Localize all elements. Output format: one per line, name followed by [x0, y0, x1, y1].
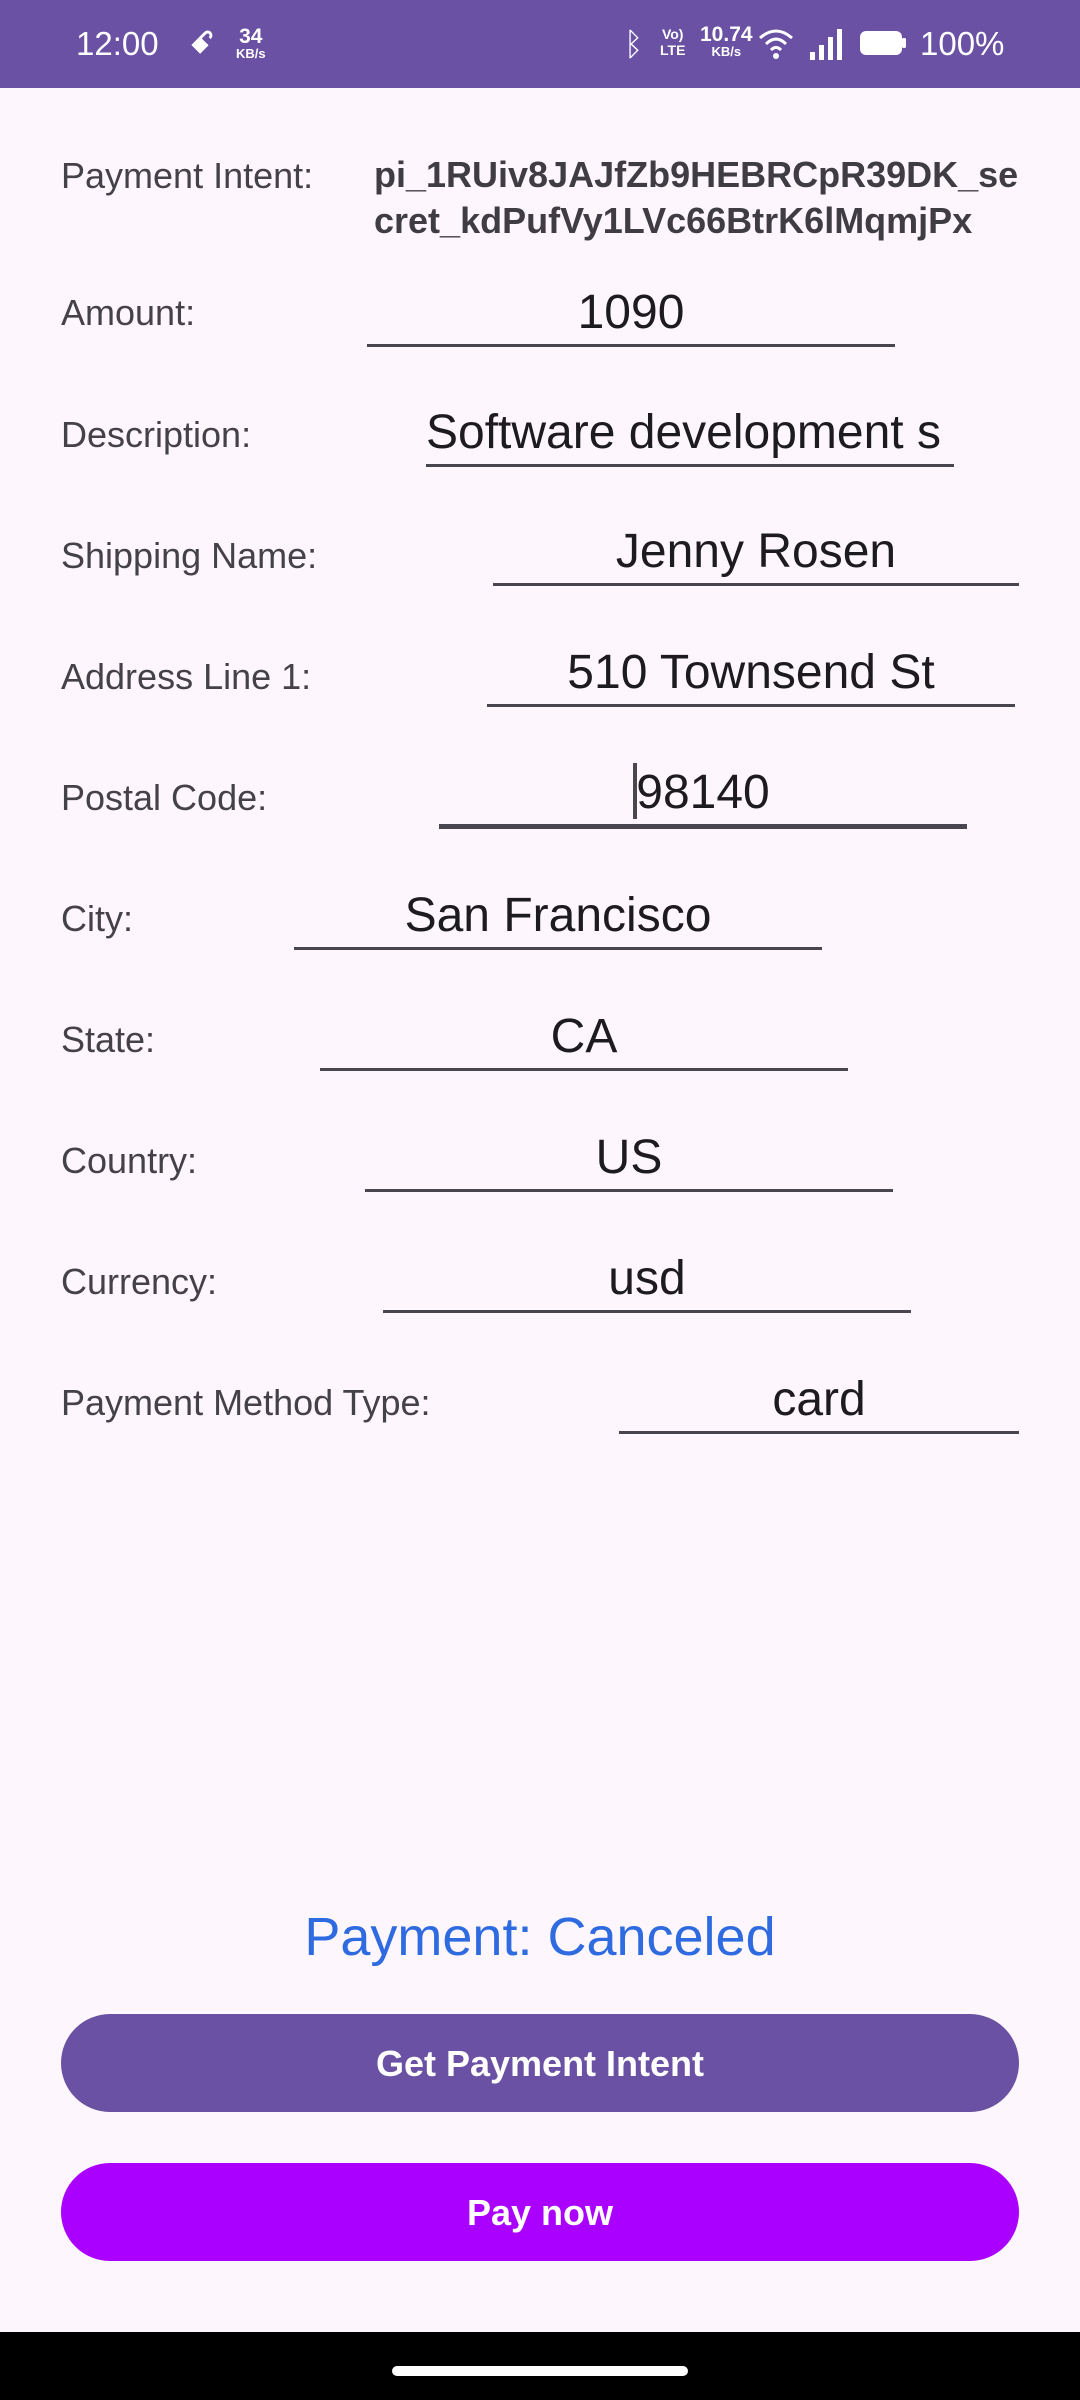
network-speed-right: 10.74 KB/s [700, 24, 753, 58]
payment-method-type-label: Payment Method Type: [61, 1382, 431, 1423]
network-speed-left: 34 KB/s [236, 26, 266, 60]
amount-value: 1090 [577, 286, 685, 339]
payment-method-type-value: card [772, 1373, 866, 1426]
currency-label: Currency: [61, 1261, 218, 1302]
signal-icon [810, 29, 842, 60]
postal-code-field[interactable]: 98140 [439, 764, 967, 829]
status-time: 12:00 [76, 25, 159, 62]
country-field[interactable]: US [365, 1129, 893, 1192]
postal-code-label: Postal Code: [61, 777, 268, 818]
speed-right-value: 10.74 [700, 23, 753, 46]
payment-intent-label: Payment Intent: [61, 155, 314, 196]
address-line1-label: Address Line 1: [61, 656, 312, 697]
payment-status-text: Payment: Canceled [304, 1907, 776, 1967]
state-label: State: [61, 1019, 156, 1060]
speed-right-unit: KB/s [711, 44, 742, 59]
amount-field[interactable]: 1090 [367, 284, 895, 347]
volte-icon: Vo) LTE [660, 26, 685, 58]
notification-icon: ꗃ [190, 27, 214, 60]
address-line1-value: 510 Townsend St [567, 646, 935, 699]
home-gesture-handle[interactable] [392, 2366, 688, 2376]
description-field[interactable]: Software development s [426, 404, 954, 467]
description-value: Software development s [426, 406, 941, 459]
wifi-icon [759, 29, 793, 59]
city-label: City: [61, 898, 133, 939]
shipping-name-value: Jenny Rosen [615, 525, 897, 578]
shipping-name-field[interactable]: Jenny Rosen [493, 523, 1019, 586]
currency-value: usd [608, 1252, 686, 1305]
city-value: San Francisco [404, 889, 712, 942]
description-label: Description: [61, 414, 252, 455]
battery-percentage: 100% [920, 25, 1005, 62]
battery-icon [860, 31, 906, 55]
address-line1-field[interactable]: 510 Townsend St [487, 644, 1015, 707]
speed-left-value: 34 [239, 25, 263, 48]
payment-method-type-field[interactable]: card [619, 1371, 1019, 1434]
payment-intent-value: pi_1RUiv8JAJfZb9HEBRCpR39DK_secret_kdPuf… [374, 154, 1019, 241]
state-field[interactable]: CA [320, 1008, 848, 1071]
state-value: CA [550, 1010, 618, 1063]
payment-screen: 12:00 ꗃ 34 KB/s ᛒ Vo) LTE 10.74 KB/s 100… [0, 0, 1080, 2400]
pay-now-button[interactable]: Pay now [61, 2163, 1019, 2261]
volte-bottom: LTE [660, 42, 686, 58]
postal-code-value: 98140 [636, 766, 770, 819]
speed-left-unit: KB/s [236, 46, 266, 61]
shipping-name-label: Shipping Name: [61, 535, 318, 576]
get-payment-intent-button[interactable]: Get Payment Intent [61, 2014, 1019, 2112]
currency-field[interactable]: usd [383, 1250, 911, 1313]
country-value: US [595, 1131, 663, 1184]
status-bar: 12:00 ꗃ 34 KB/s ᛒ Vo) LTE 10.74 KB/s 100… [0, 0, 1080, 88]
text-cursor [633, 763, 637, 819]
bluetooth-icon: ᛒ [624, 26, 644, 62]
amount-label: Amount: [61, 292, 196, 333]
city-field[interactable]: San Francisco [294, 887, 822, 950]
country-label: Country: [61, 1140, 198, 1181]
volte-top: Vo) [661, 26, 684, 42]
